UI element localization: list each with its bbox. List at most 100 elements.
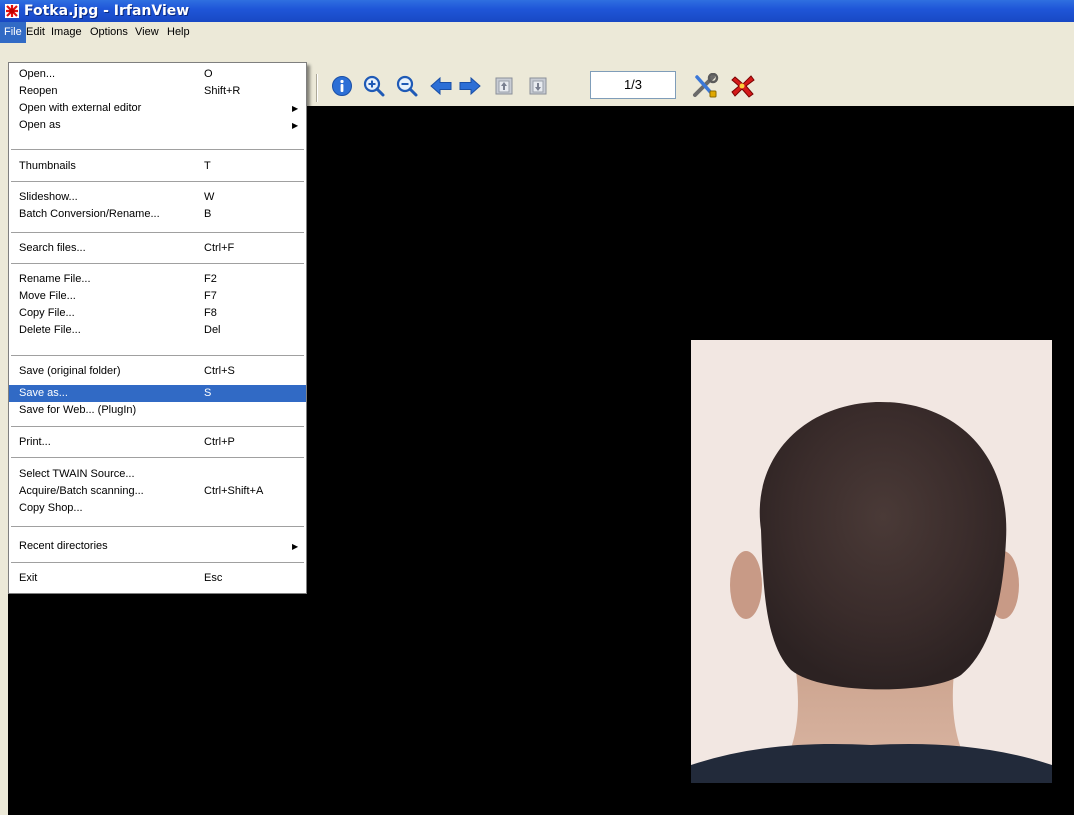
menu-item-label: Move File... [19,290,76,302]
submenu-arrow-icon: ▶ [292,104,299,113]
next-button[interactable] [458,73,482,99]
menu-separator [11,263,304,265]
window-left-border [0,106,8,815]
zoom-out-button[interactable] [395,73,419,99]
menu-item-open[interactable]: Open... O [9,66,306,83]
page-indicator: 1/3 [590,71,676,99]
menu-item-shortcut: Ctrl+Shift+A [204,485,264,497]
menu-item-label: Save (original folder) [19,365,121,377]
menu-item-label: Open as [19,119,61,131]
menu-item-label: Save for Web... (PlugIn) [19,404,137,416]
menu-item-shortcut: F8 [204,307,217,319]
menu-item-shortcut: Ctrl+S [204,365,235,377]
menu-item-shortcut: T [204,160,211,172]
menu-item-label: Save as... [19,387,68,399]
menu-item-save-for-web[interactable]: Save for Web... (PlugIn) [9,402,306,419]
menu-item-print[interactable]: Print... Ctrl+P [9,434,306,451]
settings-button[interactable] [690,73,720,99]
menu-separator [11,457,304,459]
menu-item-select-twain-source[interactable]: Select TWAIN Source... [9,466,306,483]
menu-item-label: Batch Conversion/Rename... [19,208,160,220]
menu-item-label: Rename File... [19,273,91,285]
menu-item-batch-conversion[interactable]: Batch Conversion/Rename... B [9,206,306,223]
menu-item-shortcut: O [204,68,213,80]
title-bar: Fotka.jpg - IrfanView [0,0,1074,22]
exit-icon [731,75,755,98]
menu-item-recent-directories[interactable]: Recent directories ▶ [9,538,306,555]
menu-item-shortcut: Esc [204,572,223,584]
menu-item-acquire-batch-scanning[interactable]: Acquire/Batch scanning... Ctrl+Shift+A [9,483,306,500]
menu-item-open-external-editor[interactable]: Open with external editor ▶ [9,100,306,117]
menu-item-shortcut: F7 [204,290,217,302]
exit-button[interactable] [728,73,758,99]
menu-item-label: Copy Shop... [19,502,83,514]
irfanview-logo-icon [5,4,19,18]
menu-item-thumbnails[interactable]: Thumbnails T [9,158,306,175]
menu-item-rename-file[interactable]: Rename File... F2 [9,271,306,288]
menu-separator [11,232,304,234]
first-page-icon [495,77,513,95]
menu-item-label: Recent directories [19,540,108,552]
menu-bar: File Edit Image Options View Help [0,22,1074,44]
menu-item-shortcut: F2 [204,273,217,285]
menu-item-exit[interactable]: Exit Esc [9,570,306,587]
menu-item-label: Print... [19,436,51,448]
previous-button[interactable] [429,73,453,99]
menu-item-move-file[interactable]: Move File... F7 [9,288,306,305]
menu-item-shortcut: W [204,191,215,203]
zoom-out-icon [396,75,418,97]
menu-separator [11,426,304,428]
last-page-icon [529,77,547,95]
submenu-arrow-icon: ▶ [292,121,299,130]
menu-item-shortcut: Ctrl+P [204,436,235,448]
zoom-in-icon [363,75,385,97]
menu-item-label: Open with external editor [19,102,142,114]
toolbar-separator [316,74,318,102]
menu-item-delete-file[interactable]: Delete File... Del [9,322,306,339]
menu-item-shortcut: Shift+R [204,85,241,97]
menu-item-slideshow[interactable]: Slideshow... W [9,189,306,206]
photo-content [691,340,1052,783]
menu-item-label: Delete File... [19,324,81,336]
menu-item-copy-shop[interactable]: Copy Shop... [9,500,306,517]
menu-options[interactable]: Options [86,22,132,43]
first-page-button[interactable] [492,73,516,99]
menu-item-label: Select TWAIN Source... [19,468,135,480]
menu-item-shortcut: Del [204,324,221,336]
file-menu-dropdown: Open... O Reopen Shift+R Open with exter… [8,62,307,594]
menu-item-label: Open... [19,68,56,80]
menu-item-shortcut: Ctrl+F [204,242,235,254]
menu-item-label: Search files... [19,242,86,254]
menu-item-save-original-folder[interactable]: Save (original folder) Ctrl+S [9,363,306,380]
menu-item-shortcut: B [204,208,212,220]
menu-image[interactable]: Image [47,22,86,43]
menu-item-label: Slideshow... [19,191,78,203]
last-page-button[interactable] [526,73,550,99]
menu-view[interactable]: View [131,22,163,43]
previous-icon [430,76,452,96]
info-button[interactable] [330,73,354,99]
menu-item-open-as[interactable]: Open as ▶ [9,117,306,134]
menu-item-label: Acquire/Batch scanning... [19,485,144,497]
zoom-in-button[interactable] [362,73,386,99]
menu-item-label: Copy File... [19,307,75,319]
menu-edit[interactable]: Edit [22,22,49,43]
window-title: Fotka.jpg - IrfanView [24,3,190,19]
submenu-arrow-icon: ▶ [292,542,299,551]
menu-help[interactable]: Help [163,22,194,43]
menu-item-search-files[interactable]: Search files... Ctrl+F [9,240,306,257]
settings-icon [693,73,719,98]
menu-item-save-as[interactable]: Save as... S [9,385,306,402]
menu-item-label: Thumbnails [19,160,76,172]
menu-separator [11,181,304,183]
menu-item-label: Reopen [19,85,58,97]
menu-item-copy-file[interactable]: Copy File... F8 [9,305,306,322]
menu-item-shortcut: S [204,387,212,399]
displayed-photo [691,340,1052,783]
menu-separator [11,149,304,151]
menu-item-reopen[interactable]: Reopen Shift+R [9,83,306,100]
menu-separator [11,526,304,528]
menu-item-label: Exit [19,572,38,584]
menu-separator [11,562,304,564]
menu-separator [11,355,304,357]
